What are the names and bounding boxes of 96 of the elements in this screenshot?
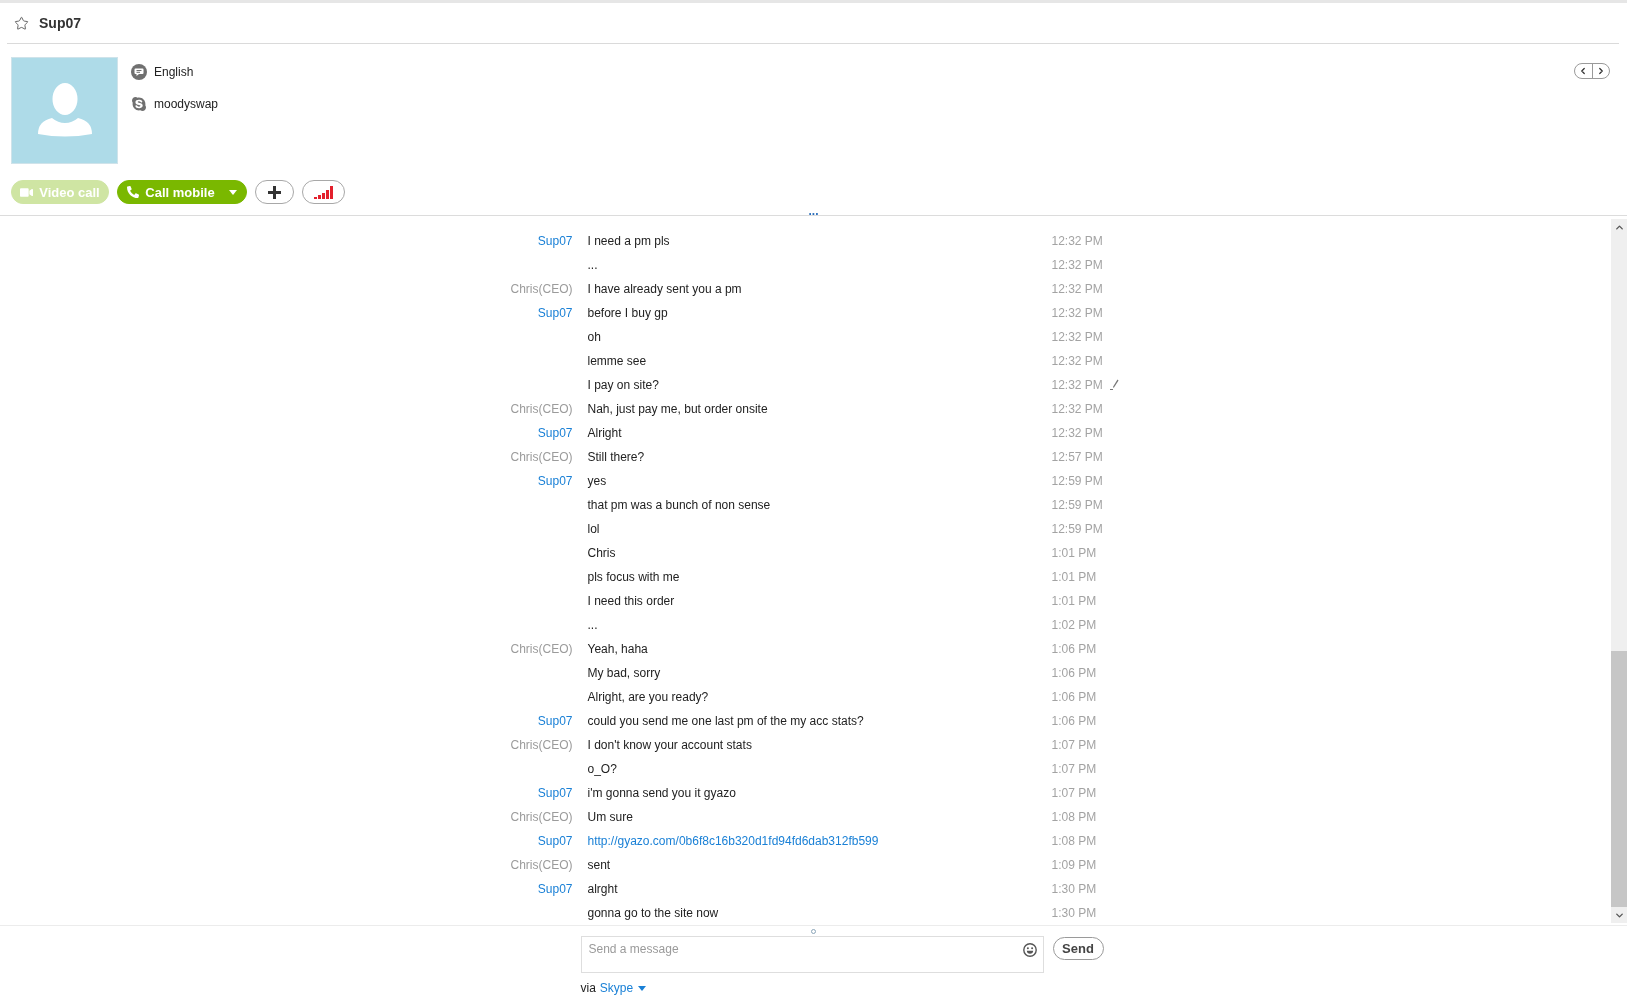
message-text: that pm was a bunch of non sense	[587, 498, 771, 512]
sender-name: Chris(CEO)	[510, 282, 573, 296]
message-time: 12:32 PM	[1051, 330, 1103, 344]
message-time: 1:01 PM	[1051, 594, 1097, 608]
message-time: 1:08 PM	[1051, 810, 1097, 824]
message-time: 1:07 PM	[1051, 786, 1097, 800]
message-text: Yeah, haha	[587, 642, 648, 656]
message-time: 12:57 PM	[1051, 450, 1103, 464]
message-text: I have already sent you a pm	[587, 282, 742, 296]
via-label: via	[580, 981, 596, 995]
message-link[interactable]: http://gyazo.com/0b6f8c16b320d1fd94fd6dab312fb599	[587, 834, 879, 848]
sender-name: Sup07	[537, 882, 573, 896]
service-dropdown[interactable]: Skype	[599, 981, 647, 995]
sender-name: Chris(CEO)	[510, 642, 573, 656]
message-time: 12:32 PM	[1051, 426, 1103, 440]
phone-icon	[127, 186, 140, 198]
message-text: I pay on site?	[587, 378, 659, 392]
message-time: 1:30 PM	[1051, 882, 1097, 896]
message-text: could you send me one last pm of the my acc stats?	[587, 714, 864, 728]
message-text: alrght	[587, 882, 618, 896]
message-text: before I buy gp	[587, 306, 668, 320]
message-text: ...	[587, 618, 598, 632]
plus-icon	[268, 185, 281, 199]
message-time: 1:06 PM	[1051, 642, 1097, 656]
signal-bars-icon	[314, 185, 333, 199]
message-time: 12:59 PM	[1051, 522, 1103, 536]
message-text: yes	[587, 474, 607, 488]
message-time: 1:08 PM	[1051, 834, 1097, 848]
sender-name: Chris(CEO)	[510, 738, 573, 752]
message-text: ...	[587, 258, 598, 272]
message-time: 1:06 PM	[1051, 666, 1097, 680]
message-text: I need a pm pls	[587, 234, 670, 248]
sender-name: Sup07	[537, 306, 573, 320]
account-name-text: moodyswap	[154, 97, 219, 111]
message-text: I need this order	[587, 594, 675, 608]
load-more-link[interactable]: ...	[808, 205, 819, 217]
message-text: i'm gonna send you it gyazo	[587, 786, 736, 800]
message-text: Alright	[587, 426, 622, 440]
call-quality-button[interactable]	[302, 180, 345, 204]
sender-name: Sup07	[537, 234, 573, 248]
message-time: 12:32 PM	[1051, 306, 1103, 320]
sender-name: Chris(CEO)	[510, 858, 573, 872]
message-time: 1:30 PM	[1051, 906, 1097, 920]
sender-name: Sup07	[537, 426, 573, 440]
message-time: 1:02 PM	[1051, 618, 1097, 632]
message-time: 12:32 PM	[1051, 282, 1103, 296]
message-text: My bad, sorry	[587, 666, 661, 680]
message-time: 12:32 PM	[1051, 234, 1103, 248]
smiley-icon	[1022, 943, 1037, 957]
resize-handle-icon[interactable]	[811, 929, 816, 934]
video-camera-icon	[20, 185, 34, 199]
sender-name: Sup07	[537, 714, 573, 728]
message-time: 1:07 PM	[1051, 738, 1097, 752]
message-text: Um sure	[587, 810, 633, 824]
speech-bubble-icon	[131, 64, 147, 80]
message-text: gonna go to the site now	[587, 906, 719, 920]
s-logo-icon	[131, 96, 147, 112]
emoticon-button[interactable]	[1022, 943, 1037, 957]
message-time: 12:59 PM	[1051, 498, 1103, 512]
add-button[interactable]	[255, 180, 294, 204]
message-text: pls focus with me	[587, 570, 680, 584]
message-time: 1:07 PM	[1051, 762, 1097, 776]
message-time: 12:59 PM	[1051, 474, 1103, 488]
language-text: English	[154, 65, 194, 79]
sender-name: Chris(CEO)	[510, 810, 573, 824]
sender-name: Sup07	[537, 474, 573, 488]
message-text: I don't know your account stats	[587, 738, 752, 752]
scrollbar-thumb[interactable]	[1611, 651, 1627, 907]
message-text: lol	[587, 522, 600, 536]
sender-name: Sup07	[537, 786, 573, 800]
message-text: oh	[587, 330, 601, 344]
message-text: Chris	[587, 546, 616, 560]
message-text: sent	[587, 858, 611, 872]
sender-name: Chris(CEO)	[510, 402, 573, 416]
message-text: Nah, just pay me, but order onsite	[587, 402, 768, 416]
message-time: 12:32 PM	[1051, 402, 1103, 416]
message-text: o_O?	[587, 762, 617, 776]
message-time: 12:32 PM	[1051, 378, 1103, 392]
contact-name-title: Sup07	[39, 15, 81, 31]
call-mobile-button[interactable]: Call mobile	[117, 180, 247, 204]
message-time: 12:32 PM	[1051, 258, 1103, 272]
caret-icon	[638, 985, 647, 991]
message-time: 1:01 PM	[1051, 546, 1097, 560]
message-time: 1:09 PM	[1051, 858, 1097, 872]
message-text: lemme see	[587, 354, 647, 368]
message-text: Still there?	[587, 450, 645, 464]
message-time: 12:32 PM	[1051, 354, 1103, 368]
star-icon[interactable]	[14, 15, 29, 31]
message-time: 1:06 PM	[1051, 690, 1097, 704]
message-text: Alright, are you ready?	[587, 690, 709, 704]
sender-name: Chris(CEO)	[510, 450, 573, 464]
message-time: 1:01 PM	[1051, 570, 1097, 584]
message-time: 1:06 PM	[1051, 714, 1097, 728]
sender-name: Sup07	[537, 834, 573, 848]
send-button[interactable]: Send	[1052, 937, 1104, 960]
message-input[interactable]: Send a message	[580, 936, 1044, 973]
